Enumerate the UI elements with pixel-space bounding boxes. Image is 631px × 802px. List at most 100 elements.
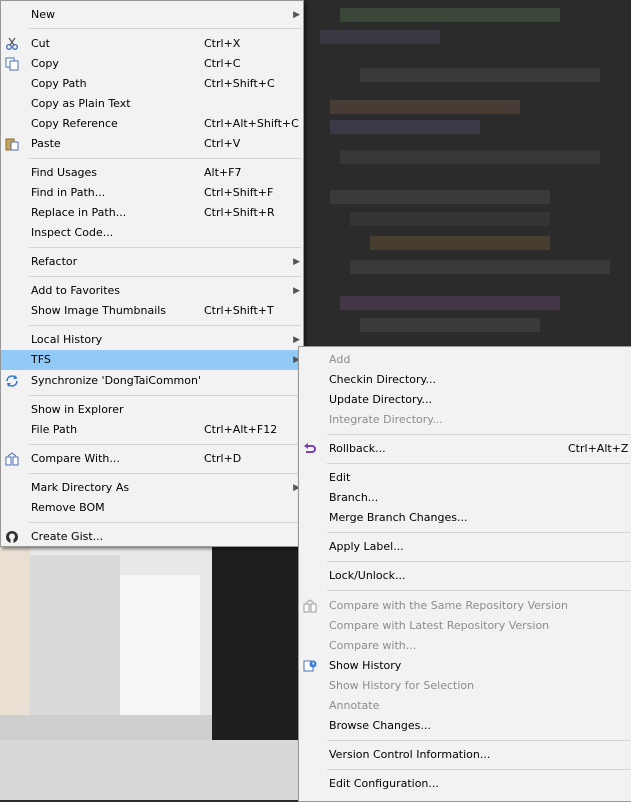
- menu-item-label: Copy Path: [31, 77, 87, 90]
- menu-item-label: Edit: [329, 471, 351, 484]
- menu-item-copy[interactable]: Copy Ctrl+C: [1, 54, 303, 74]
- menu-item-tfs[interactable]: TFS ▶: [1, 350, 303, 370]
- menu-separator: [327, 532, 630, 533]
- tfs-item-annotate[interactable]: Annotate: [299, 696, 631, 716]
- tfs-item-edit[interactable]: Edit: [299, 468, 631, 488]
- menu-item-show-in-explorer[interactable]: Show in Explorer: [1, 400, 303, 420]
- menu-item-label: Edit Configuration...: [329, 777, 439, 790]
- menu-item-shortcut: Ctrl+X: [204, 37, 241, 50]
- menu-item-create-gist[interactable]: Create Gist...: [1, 527, 303, 547]
- menu-item-local-history[interactable]: Local History ▶: [1, 330, 303, 350]
- dark-panel-background: [212, 545, 302, 740]
- menu-item-label: Copy: [31, 57, 59, 70]
- menu-item-shortcut: Ctrl+D: [204, 452, 242, 465]
- editor-background: [300, 0, 631, 360]
- menu-item-label: Create Gist...: [31, 530, 104, 543]
- tfs-item-version-control-info[interactable]: Version Control Information...: [299, 745, 631, 765]
- menu-item-label: File Path: [31, 423, 78, 436]
- tfs-item-update-directory[interactable]: Update Directory...: [299, 390, 631, 410]
- menu-item-label: Browse Changes...: [329, 719, 431, 732]
- tfs-item-apply-label[interactable]: Apply Label...: [299, 537, 631, 557]
- tfs-item-compare-same-version[interactable]: Compare with the Same Repository Version: [299, 596, 631, 616]
- tfs-item-compare-with[interactable]: Compare with...: [299, 636, 631, 656]
- menu-item-label: Find Usages: [31, 166, 98, 179]
- menu-item-label: Add to Favorites: [31, 284, 121, 297]
- menu-item-label: Copy as Plain Text: [31, 97, 131, 110]
- compare-icon: [5, 452, 19, 466]
- menu-separator: [29, 325, 301, 326]
- menu-item-label: Cut: [31, 37, 50, 50]
- submenu-arrow-icon: ▶: [293, 286, 300, 296]
- menu-item-shortcut: Ctrl+Shift+T: [204, 304, 274, 317]
- history-icon: [303, 659, 317, 673]
- menu-item-shortcut: Ctrl+Shift+C: [204, 77, 275, 90]
- menu-item-new[interactable]: New ▶: [1, 5, 303, 25]
- tfs-item-merge-branch-changes[interactable]: Merge Branch Changes...: [299, 508, 631, 528]
- menu-item-label: Local History: [31, 333, 103, 346]
- tfs-item-integrate-directory[interactable]: Integrate Directory...: [299, 410, 631, 430]
- menu-item-find-in-path[interactable]: Find in Path... Ctrl+Shift+F: [1, 183, 303, 203]
- menu-separator: [29, 276, 301, 277]
- menu-item-compare-with[interactable]: Compare With... Ctrl+D: [1, 449, 303, 469]
- tfs-item-show-history[interactable]: Show History: [299, 656, 631, 676]
- menu-item-add-to-favorites[interactable]: Add to Favorites ▶: [1, 281, 303, 301]
- menu-item-show-image-thumbnails[interactable]: Show Image Thumbnails Ctrl+Shift+T: [1, 301, 303, 321]
- menu-separator: [29, 473, 301, 474]
- tfs-item-edit-configuration[interactable]: Edit Configuration...: [299, 774, 631, 794]
- submenu-arrow-icon: ▶: [293, 257, 300, 267]
- menu-item-synchronize[interactable]: Synchronize 'DongTaiCommon': [1, 371, 303, 391]
- menu-item-replace-in-path[interactable]: Replace in Path... Ctrl+Shift+R: [1, 203, 303, 223]
- menu-item-inspect-code[interactable]: Inspect Code...: [1, 223, 303, 243]
- tfs-item-browse-changes[interactable]: Browse Changes...: [299, 716, 631, 736]
- menu-item-copy-reference[interactable]: Copy Reference Ctrl+Alt+Shift+C: [1, 114, 303, 134]
- menu-item-label: TFS: [31, 353, 51, 366]
- sync-icon: [5, 374, 19, 388]
- menu-item-label: Merge Branch Changes...: [329, 511, 468, 524]
- menu-separator: [29, 444, 301, 445]
- tfs-item-checkin-directory[interactable]: Checkin Directory...: [299, 370, 631, 390]
- menu-item-label: Show Image Thumbnails: [31, 304, 167, 317]
- menu-item-find-usages[interactable]: Find Usages Alt+F7: [1, 163, 303, 183]
- menu-item-shortcut: Ctrl+Alt+Z: [568, 442, 629, 455]
- menu-item-refactor[interactable]: Refactor ▶: [1, 252, 303, 272]
- menu-separator: [29, 395, 301, 396]
- menu-item-label: Branch...: [329, 491, 379, 504]
- menu-separator: [327, 561, 630, 562]
- menu-item-shortcut: Alt+F7: [204, 166, 242, 179]
- menu-separator: [327, 590, 630, 591]
- tfs-submenu: Add Checkin Directory... Update Director…: [298, 346, 631, 802]
- menu-item-copy-as-plain-text[interactable]: Copy as Plain Text: [1, 94, 303, 114]
- menu-item-mark-directory-as[interactable]: Mark Directory As ▶: [1, 478, 303, 498]
- menu-item-label: Update Directory...: [329, 393, 432, 406]
- scissors-icon: [5, 37, 19, 51]
- menu-separator: [327, 740, 630, 741]
- menu-item-shortcut: Ctrl+Shift+R: [204, 206, 275, 219]
- tfs-item-branch[interactable]: Branch...: [299, 488, 631, 508]
- compare-icon: [303, 599, 317, 613]
- tfs-item-add[interactable]: Add: [299, 350, 631, 370]
- menu-item-label: Compare with Latest Repository Version: [329, 619, 550, 632]
- menu-item-label: Inspect Code...: [31, 226, 114, 239]
- tfs-item-rollback[interactable]: Rollback... Ctrl+Alt+Z: [299, 439, 631, 459]
- submenu-arrow-icon: ▶: [293, 10, 300, 20]
- menu-separator: [29, 28, 301, 29]
- tfs-item-compare-latest-version[interactable]: Compare with Latest Repository Version: [299, 616, 631, 636]
- menu-item-label: Compare with...: [329, 639, 417, 652]
- tfs-item-show-history-selection[interactable]: Show History for Selection: [299, 676, 631, 696]
- menu-separator: [327, 769, 630, 770]
- menu-item-copy-path[interactable]: Copy Path Ctrl+Shift+C: [1, 74, 303, 94]
- tfs-item-lock-unlock[interactable]: Lock/Unlock...: [299, 566, 631, 586]
- menu-item-label: Find in Path...: [31, 186, 106, 199]
- menu-item-paste[interactable]: Paste Ctrl+V: [1, 134, 303, 154]
- menu-item-label: Replace in Path...: [31, 206, 127, 219]
- menu-item-remove-bom[interactable]: Remove BOM: [1, 498, 303, 518]
- menu-separator: [327, 434, 630, 435]
- menu-item-label: Refactor: [31, 255, 78, 268]
- paste-icon: [5, 137, 19, 151]
- menu-item-cut[interactable]: Cut Ctrl+X: [1, 34, 303, 54]
- menu-item-file-path[interactable]: File Path Ctrl+Alt+F12: [1, 420, 303, 440]
- menu-item-label: Mark Directory As: [31, 481, 130, 494]
- menu-item-label: Show History: [329, 659, 402, 672]
- copy-icon: [5, 57, 19, 71]
- context-menu: New ▶ Cut Ctrl+X Copy Ctrl+C Copy Path C…: [0, 0, 304, 547]
